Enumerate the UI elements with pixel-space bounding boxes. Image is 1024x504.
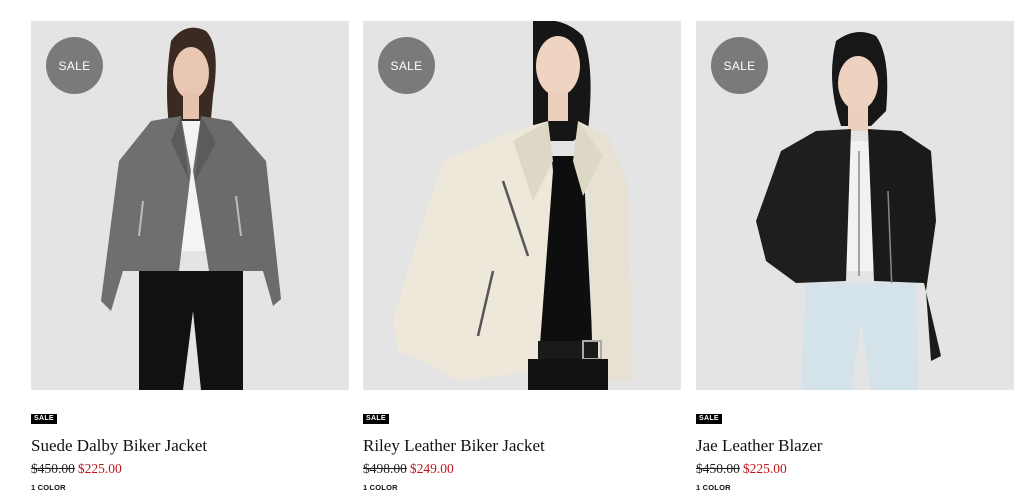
product-price: $450.00 $225.00 [696,461,787,477]
sale-badge: SALE [378,37,435,94]
sale-tag: SALE [31,414,57,424]
product-image[interactable]: SALE [696,21,1014,390]
product-image[interactable]: SALE [31,21,349,390]
sale-tag: SALE [696,414,722,424]
sale-price: $249.00 [409,461,454,476]
sale-badge: SALE [46,37,103,94]
original-price: $450.00 [31,461,75,476]
sale-badge: SALE [711,37,768,94]
product-name-link[interactable]: Jae Leather Blazer [696,436,822,456]
product-name-link[interactable]: Riley Leather Biker Jacket [363,436,545,456]
product-price: $450.00 $225.00 [31,461,122,477]
sale-price: $225.00 [742,461,787,476]
sale-price: $225.00 [77,461,122,476]
original-price: $498.00 [363,461,407,476]
original-price: $450.00 [696,461,740,476]
color-count: 1 COLOR [363,483,398,492]
color-count: 1 COLOR [696,483,731,492]
product-image[interactable]: SALE [363,21,681,390]
sale-tag: SALE [363,414,389,424]
product-price: $498.00 $249.00 [363,461,454,477]
product-name-link[interactable]: Suede Dalby Biker Jacket [31,436,207,456]
color-count: 1 COLOR [31,483,66,492]
